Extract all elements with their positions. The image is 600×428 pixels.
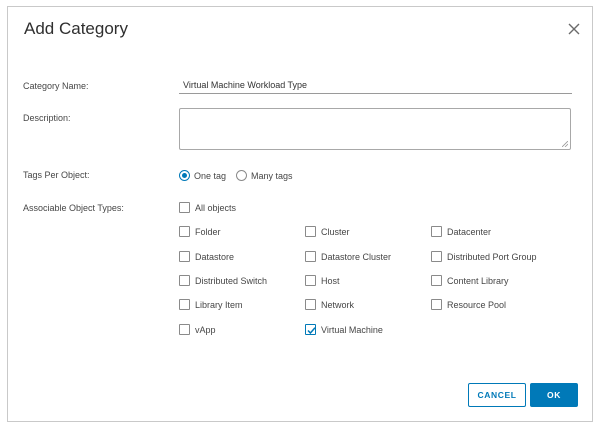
checkbox-label: Datacenter [447, 226, 492, 237]
checkbox-virtual-machine[interactable]: Virtual Machine [305, 324, 383, 335]
checkbox-checked-icon [305, 324, 316, 335]
checkbox-icon [431, 299, 442, 310]
checkbox-icon [179, 251, 190, 262]
category-name-input[interactable] [179, 76, 572, 94]
checkbox-datacenter[interactable]: Datacenter [431, 226, 491, 237]
radio-many-tags-label: Many tags [251, 170, 293, 181]
checkbox-host[interactable]: Host [305, 275, 340, 286]
close-icon[interactable] [566, 21, 582, 37]
checkbox-icon [305, 251, 316, 262]
checkbox-label: Datastore Cluster [321, 251, 392, 262]
checkbox-label: Virtual Machine [321, 324, 383, 335]
checkbox-label: Distributed Switch [195, 275, 268, 286]
checkbox-distributed-switch[interactable]: Distributed Switch [179, 275, 267, 286]
radio-unselected-icon [236, 170, 247, 181]
checkbox-label: Network [321, 299, 355, 310]
checkbox-label: Cluster [321, 226, 350, 237]
checkbox-label: Distributed Port Group [447, 251, 537, 262]
checkbox-vapp[interactable]: vApp [179, 324, 216, 335]
checkbox-label: Resource Pool [447, 299, 507, 310]
checkbox-icon [431, 226, 442, 237]
add-category-dialog: Add Category Category Name: Description:… [7, 6, 593, 422]
checkbox-network[interactable]: Network [305, 299, 354, 310]
checkbox-library-item[interactable]: Library Item [179, 299, 243, 310]
checkbox-label: All objects [195, 202, 237, 213]
checkbox-datastore[interactable]: Datastore [179, 251, 234, 262]
checkbox-label: Folder [195, 226, 221, 237]
checkbox-icon [179, 275, 190, 286]
category-name-label: Category Name: [23, 81, 89, 91]
description-label: Description: [23, 113, 71, 123]
checkbox-icon [179, 202, 190, 213]
radio-one-tag-label: One tag [194, 170, 227, 181]
checkbox-icon [179, 324, 190, 335]
checkbox-icon [305, 275, 316, 286]
checkbox-label: Library Item [195, 299, 243, 310]
checkbox-label: Host [321, 275, 340, 286]
checkbox-label: vApp [195, 324, 216, 335]
checkbox-icon [179, 299, 190, 310]
radio-selected-icon [179, 170, 190, 181]
checkbox-content-library[interactable]: Content Library [431, 275, 509, 286]
checkbox-icon [305, 226, 316, 237]
associable-object-types-label: Associable Object Types: [23, 203, 124, 213]
checkbox-icon [431, 251, 442, 262]
resize-grip-icon[interactable] [562, 141, 568, 147]
checkbox-label: Datastore [195, 251, 235, 262]
dialog-title: Add Category [24, 19, 128, 38]
radio-many-tags[interactable]: Many tags [236, 170, 293, 181]
checkbox-icon [431, 275, 442, 286]
ok-button[interactable]: OK [530, 383, 578, 407]
checkbox-all-objects[interactable]: All objects [179, 202, 236, 213]
checkbox-icon [305, 299, 316, 310]
checkbox-datastore-cluster[interactable]: Datastore Cluster [305, 251, 391, 262]
checkbox-resource-pool[interactable]: Resource Pool [431, 299, 506, 310]
checkbox-icon [179, 226, 190, 237]
radio-one-tag[interactable]: One tag [179, 170, 226, 181]
checkbox-distributed-port-group[interactable]: Distributed Port Group [431, 251, 537, 262]
cancel-button[interactable]: CANCEL [468, 383, 526, 407]
checkbox-folder[interactable]: Folder [179, 226, 221, 237]
tags-per-object-label: Tags Per Object: [23, 170, 90, 180]
description-textarea[interactable] [179, 108, 571, 150]
checkbox-cluster[interactable]: Cluster [305, 226, 350, 237]
checkbox-label: Content Library [447, 275, 509, 286]
